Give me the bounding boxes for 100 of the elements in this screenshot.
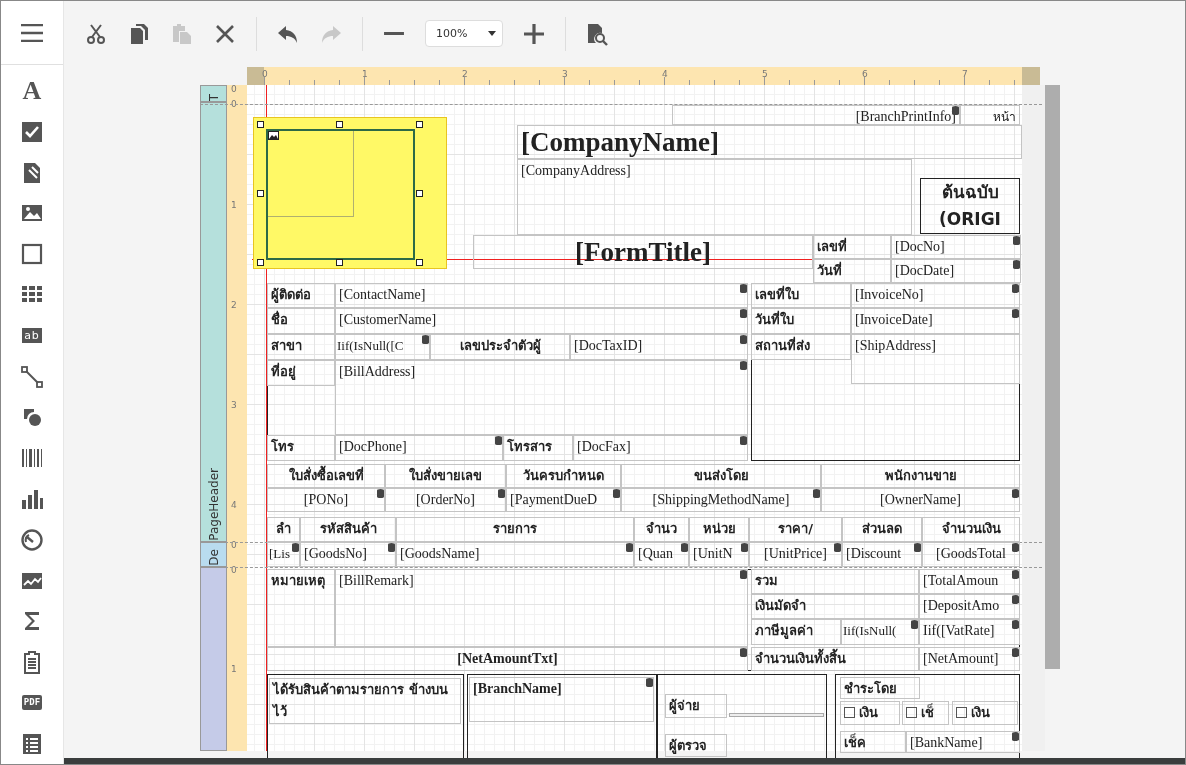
- ruler-number: 7: [962, 70, 968, 79]
- page-label: หน้า: [960, 105, 1020, 125]
- data-field: [Discount: [842, 542, 922, 567]
- ruler-number: 0: [231, 85, 237, 94]
- rectangle-tool[interactable]: [20, 242, 44, 267]
- data-field: [DocPhone]: [335, 435, 503, 461]
- paste-icon: [170, 21, 194, 46]
- field-label: ผู้ติดต่อ: [267, 283, 335, 308]
- band-strip[interactable]: PageHeader: [200, 102, 227, 542]
- list-tool[interactable]: [20, 731, 44, 756]
- column-header: ลำ: [267, 517, 300, 542]
- field-label: เลขที่ใบ: [751, 283, 851, 308]
- zoom-select[interactable]: 100%: [425, 20, 503, 47]
- picture-box[interactable]: [253, 117, 447, 269]
- ruler-number: 1: [231, 665, 237, 674]
- field-label: เงินมัดจำ: [751, 594, 919, 619]
- ruler-number: 3: [562, 70, 568, 79]
- database-icon: [646, 678, 653, 687]
- field-label: เลขประจำตัวผู้: [430, 334, 570, 360]
- band-label: PageHeader: [207, 467, 220, 541]
- field-label: ที่อยู่: [267, 360, 335, 386]
- database-icon: [1012, 284, 1019, 293]
- database-icon: [1013, 260, 1020, 269]
- ruler-number: 5: [762, 70, 768, 79]
- database-icon: [626, 543, 633, 552]
- data-field: [GoodsNo]: [300, 542, 396, 567]
- database-icon: [292, 543, 299, 552]
- band-label: T: [207, 92, 220, 101]
- data-field: [DocFax]: [573, 435, 748, 461]
- column-header: หน่วย: [689, 517, 749, 542]
- resize-handle[interactable]: [416, 259, 423, 266]
- ruler-number: 4: [231, 501, 237, 510]
- scrollbar-thumb[interactable]: [1045, 85, 1060, 669]
- data-field: [Lis: [267, 542, 300, 567]
- field-label: ภาษีมูลค่า: [751, 619, 841, 645]
- field-label: วันที่: [813, 259, 891, 283]
- copy-label: (ORIGI: [938, 208, 1002, 231]
- database-icon: [495, 436, 502, 445]
- option-label: เงิน: [971, 704, 990, 722]
- data-field: [BillAddress]: [335, 360, 748, 435]
- menu-icon: [21, 23, 43, 42]
- column-header: วันครบกำหนด: [506, 464, 621, 488]
- field-label: ชื่อ: [267, 308, 335, 334]
- ruler-number: 4: [662, 70, 668, 79]
- data-field: [CompanyAddress]: [517, 159, 912, 235]
- database-icon: [498, 489, 505, 498]
- preview-icon: [585, 21, 609, 46]
- zoom-in-button[interactable]: [522, 21, 546, 46]
- resize-handle[interactable]: [257, 259, 264, 266]
- resize-handle[interactable]: [336, 121, 343, 128]
- database-icon: [911, 620, 918, 629]
- column-header: ใบสั่งซื้อเลขที่: [267, 464, 385, 488]
- resize-handle[interactable]: [336, 259, 343, 266]
- data-field: [Quan: [634, 542, 689, 567]
- database-icon: [1012, 648, 1019, 657]
- band-strip[interactable]: T: [200, 85, 227, 102]
- data-field: [InvoiceDate]: [851, 308, 1020, 334]
- field-label: สถานที่ส่ง: [751, 334, 851, 360]
- database-icon: [422, 335, 429, 344]
- field-label: เลขที่: [813, 235, 891, 259]
- data-field: [ContactName]: [335, 283, 748, 308]
- field-label: โทรสาร: [503, 435, 573, 461]
- database-icon: [377, 489, 384, 498]
- database-icon: [613, 489, 620, 498]
- data-field: [GoodsName]: [396, 542, 634, 567]
- line-tool[interactable]: [20, 364, 44, 389]
- resize-handle[interactable]: [257, 121, 264, 128]
- data-field: Iif([VatRate]: [919, 619, 1020, 645]
- field-label: รวม: [751, 569, 919, 594]
- data-field: [DepositAmo: [919, 594, 1020, 619]
- gauge-tool[interactable]: [20, 527, 44, 552]
- preview-button[interactable]: [585, 21, 609, 46]
- horizontal-scrollbar[interactable]: [64, 758, 1185, 764]
- database-icon: [388, 543, 395, 552]
- ruler-number: 3: [231, 401, 237, 410]
- ruler-number: 2: [462, 70, 468, 79]
- resize-handle[interactable]: [416, 190, 423, 197]
- data-field: [OwnerName]: [821, 488, 1020, 512]
- data-field: [OrderNo]: [385, 488, 506, 512]
- data-field: [BankName]: [906, 731, 1020, 753]
- database-icon: [740, 361, 747, 370]
- database-icon: [1012, 570, 1019, 579]
- column-header: รหัสสินค้า: [300, 517, 396, 542]
- resize-handle[interactable]: [416, 121, 423, 128]
- database-icon: [681, 543, 688, 552]
- text-tool[interactable]: A: [20, 79, 44, 103]
- ruler-number: 0: [262, 70, 268, 79]
- data-field: [PaymentDueD: [506, 488, 621, 512]
- band-strip[interactable]: De: [200, 542, 227, 567]
- data-field: [ShippingMethodName]: [621, 488, 821, 512]
- field-label: โทร: [267, 435, 335, 461]
- data-field: [BillRemark]: [335, 569, 748, 647]
- database-icon: [1012, 732, 1019, 741]
- checkbox-tool[interactable]: [20, 119, 44, 144]
- resize-handle[interactable]: [257, 190, 264, 197]
- field-label: ผู้จ่าย: [665, 694, 727, 718]
- database-icon: [914, 543, 921, 552]
- column-header: ส่วนลด: [842, 517, 922, 542]
- database-icon: [740, 284, 747, 293]
- field-label: จำนวนเงินทั้งสิ้น: [751, 647, 919, 671]
